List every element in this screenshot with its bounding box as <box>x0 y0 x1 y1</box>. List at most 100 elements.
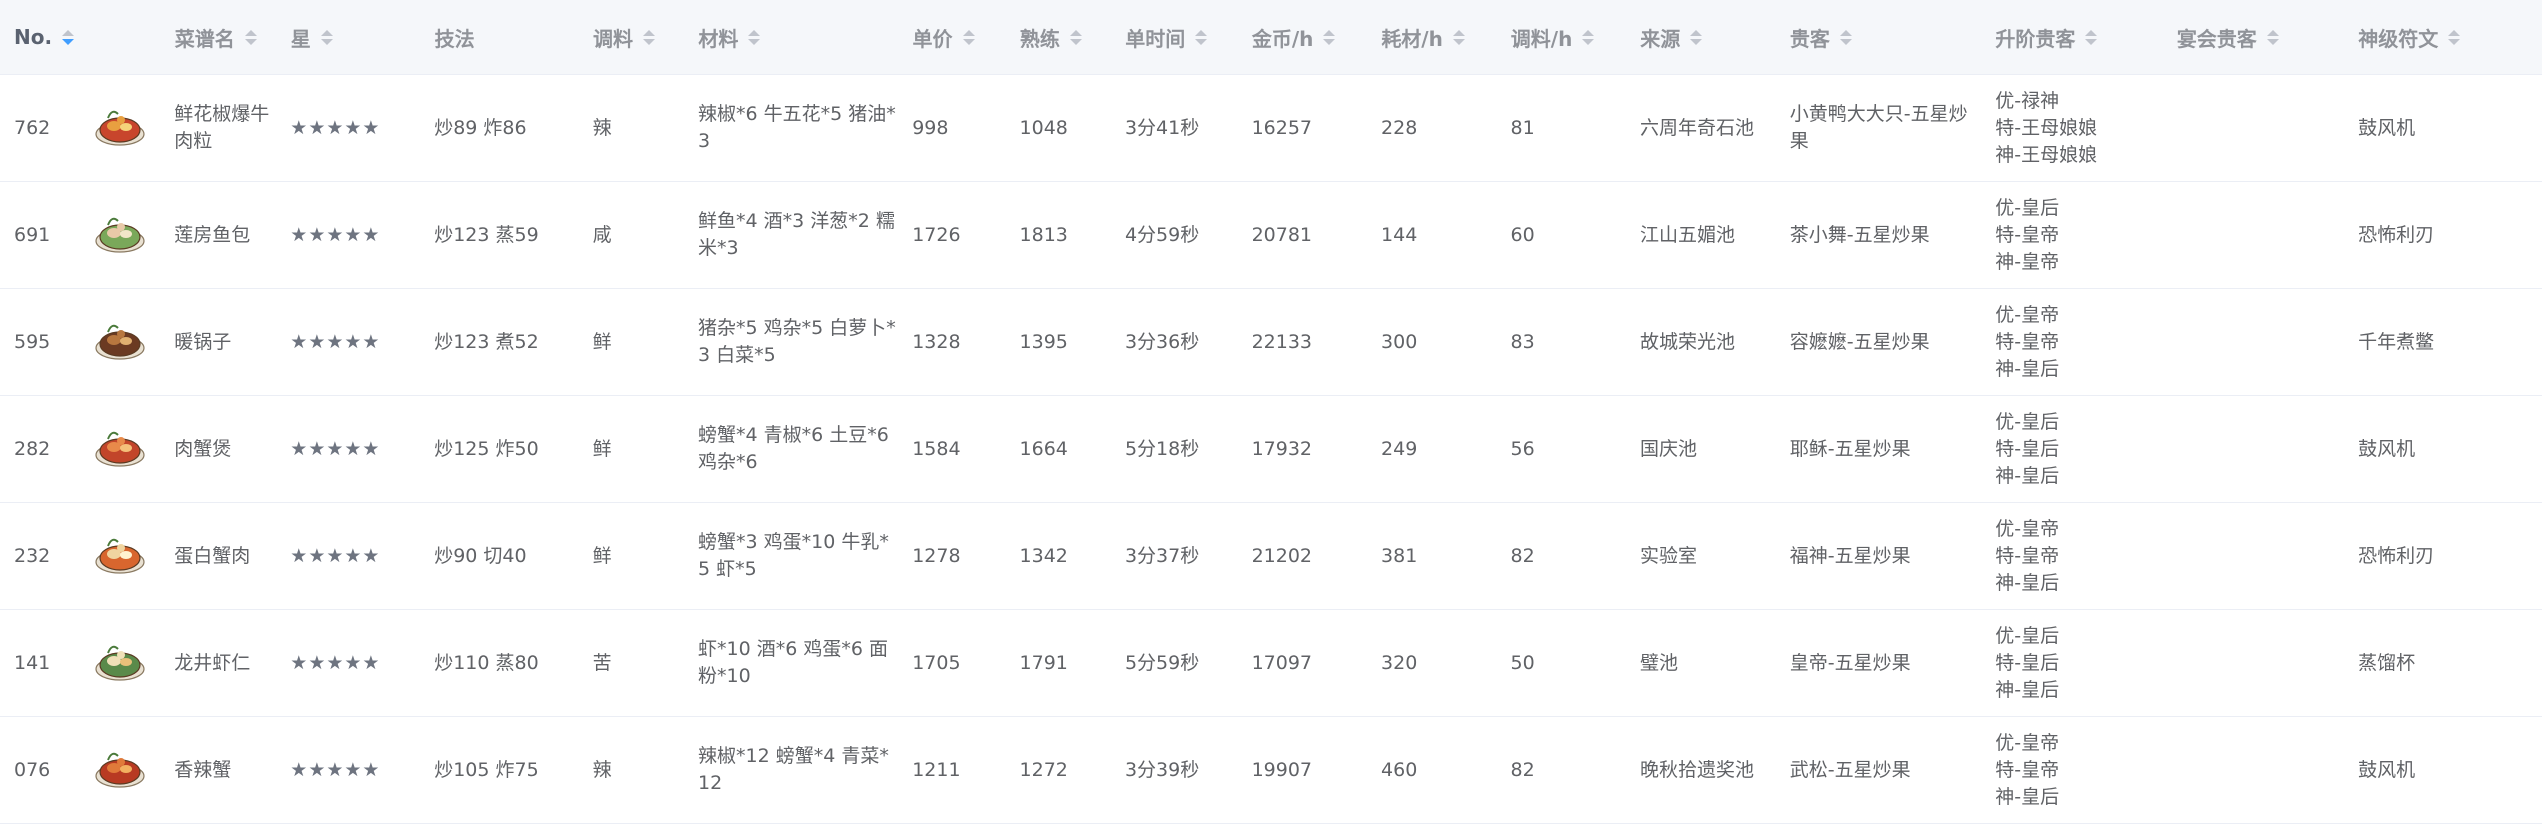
sort-caret-icon[interactable] <box>1323 29 1336 45</box>
cell-materials: 虾*10 酒*6 鸡蛋*6 面粉*10 <box>698 638 888 687</box>
column-header-materials[interactable]: 材料 <box>684 23 898 52</box>
cell-no: 282 <box>14 437 51 460</box>
column-label: 单时间 <box>1125 26 1186 51</box>
column-label: 星 <box>290 26 311 51</box>
column-label: 耗材/h <box>1381 26 1443 51</box>
cell-materials: 螃蟹*3 鸡蛋*10 牛乳*5 虾*5 <box>698 531 889 580</box>
upgrade-guest-line: 特-皇后 <box>1995 651 2060 674</box>
cell-materials: 鲜鱼*4 酒*3 洋葱*2 糯米*3 <box>698 210 895 259</box>
sort-caret-icon[interactable] <box>244 29 257 45</box>
dish-icon-7 <box>92 738 148 802</box>
column-header-upgrade[interactable]: 升阶贵客 <box>1981 23 2162 52</box>
table-row[interactable]: 595 暖锅子 ★★★★★ 炒123 煮52 鲜 猪杂*5 鸡杂*5 白萝卜*3 白菜*5… <box>0 289 2542 396</box>
cell-rune: 鼓风机 <box>2358 437 2416 460</box>
table-row[interactable]: 691 莲房鱼包 ★★★★★ 炒123 蒸59 咸 鲜鱼*4 酒*3 洋葱*2 糯米*3 1… <box>0 182 2542 289</box>
cell-seasoning: 辣 <box>592 116 612 139</box>
cell-season_h: 82 <box>1510 758 1535 781</box>
cell-star: ★★★★★ <box>290 544 381 567</box>
upgrade-guest-line: 神-皇后 <box>1995 357 2060 380</box>
cell-upgrade: 优-禄神 特-王母娘娘 神-王母娘娘 <box>1981 88 2162 169</box>
column-label: 宴会贵客 <box>2176 26 2257 51</box>
upgrade-guest-line: 神-皇帝 <box>1995 250 2060 273</box>
column-header-time[interactable]: 单时间 <box>1111 23 1238 52</box>
sort-caret-icon[interactable] <box>1582 29 1595 45</box>
sort-caret-icon[interactable] <box>2085 29 2098 45</box>
cell-time: 4分59秒 <box>1124 223 1200 246</box>
sort-caret-icon[interactable] <box>1069 29 1082 45</box>
column-header-rune[interactable]: 神级符文 <box>2344 23 2542 52</box>
cell-gold_h: 22133 <box>1251 330 1313 353</box>
column-label: 金币/h <box>1251 26 1314 51</box>
column-header-name[interactable]: 菜谱名 <box>161 23 277 52</box>
column-label: 神级符文 <box>2358 26 2439 51</box>
upgrade-guest-line: 特-皇帝 <box>1995 758 2060 781</box>
sort-caret-icon[interactable] <box>748 29 761 45</box>
table-row[interactable]: 141 龙井虾仁 ★★★★★ 炒110 蒸80 苦 虾*10 酒*6 鸡蛋*6 面粉*10… <box>0 610 2542 717</box>
sort-caret-icon[interactable] <box>1195 29 1208 45</box>
sort-caret-icon[interactable] <box>1839 29 1852 45</box>
column-header-gold_h[interactable]: 金币/h <box>1238 23 1367 52</box>
cell-name: 莲房鱼包 <box>174 223 251 246</box>
column-header-star[interactable]: 星 <box>277 23 421 52</box>
cell-source: 实验室 <box>1640 544 1698 567</box>
dish-icon-6 <box>92 631 148 695</box>
column-header-price[interactable]: 单价 <box>899 23 1006 52</box>
cell-mat_h: 381 <box>1381 544 1418 567</box>
column-label: 调料/h <box>1510 26 1573 51</box>
column-label: No. <box>14 25 53 49</box>
cell-no: 691 <box>14 223 51 246</box>
cell-source: 璧池 <box>1640 651 1679 674</box>
cell-time: 5分59秒 <box>1124 651 1200 674</box>
column-header-banquet[interactable]: 宴会贵客 <box>2163 23 2344 52</box>
table-row[interactable]: 282 肉蟹煲 ★★★★★ 炒125 炸50 鲜 螃蟹*4 青椒*6 土豆*6 鸡杂*6 1… <box>0 396 2542 503</box>
cell-guest: 小黄鸭大大只-五星炒果 <box>1789 103 1968 152</box>
table-row[interactable]: 076 香辣蟹 ★★★★★ 炒105 炸75 辣 辣椒*12 螃蟹*4 青菜*12 1211… <box>0 717 2542 824</box>
sort-caret-icon[interactable] <box>962 29 975 45</box>
sort-caret-icon[interactable] <box>62 29 75 45</box>
cell-no: 762 <box>14 116 51 139</box>
column-header-proficiency[interactable]: 熟练 <box>1006 23 1111 52</box>
cell-guest: 福神-五星炒果 <box>1789 544 1911 567</box>
cell-name: 肉蟹煲 <box>174 437 232 460</box>
upgrade-guest-line: 优-皇帝 <box>1995 517 2060 540</box>
upgrade-guest-line: 优-皇后 <box>1995 196 2060 219</box>
cell-mat_h: 144 <box>1381 223 1418 246</box>
cell-materials: 螃蟹*4 青椒*6 土豆*6 鸡杂*6 <box>698 424 889 473</box>
cell-seasoning: 咸 <box>592 223 612 246</box>
cell-source: 国庆池 <box>1640 437 1698 460</box>
column-header-season_h[interactable]: 调料/h <box>1497 23 1626 52</box>
sort-caret-icon[interactable] <box>2266 29 2279 45</box>
cell-price: 1278 <box>912 544 961 567</box>
sort-caret-icon[interactable] <box>1690 29 1703 45</box>
table-row[interactable]: 232 蛋白蟹肉 ★★★★★ 炒90 切40 鲜 螃蟹*3 鸡蛋*10 牛乳*5 虾*5 1… <box>0 503 2542 610</box>
cell-no: 595 <box>14 330 51 353</box>
column-header-mat_h[interactable]: 耗材/h <box>1367 23 1496 52</box>
column-header-seasoning[interactable]: 调料 <box>579 23 684 52</box>
column-header-no[interactable]: No. <box>0 25 79 49</box>
column-label: 升阶贵客 <box>1995 26 2076 51</box>
cell-name: 龙井虾仁 <box>174 651 251 674</box>
column-label: 贵客 <box>1789 26 1830 51</box>
column-header-guest[interactable]: 贵客 <box>1776 23 1981 52</box>
cell-seasoning: 辣 <box>592 758 612 781</box>
table-row[interactable]: 762 鲜花椒爆牛肉粒 ★★★★★ 炒89 炸86 辣 辣椒*6 牛五花*5 猪油*3 99… <box>0 75 2542 182</box>
sort-caret-icon[interactable] <box>1452 29 1465 45</box>
sort-caret-icon[interactable] <box>320 29 333 45</box>
cell-seasoning: 苦 <box>592 651 612 674</box>
cell-img <box>79 203 160 267</box>
sort-caret-icon[interactable] <box>2448 29 2461 45</box>
cell-img <box>79 738 160 802</box>
upgrade-guest-line: 神-皇后 <box>1995 785 2060 808</box>
cell-skill: 炒105 炸75 <box>434 758 539 781</box>
column-header-source[interactable]: 来源 <box>1626 23 1776 52</box>
cell-skill: 炒110 蒸80 <box>434 651 539 674</box>
upgrade-guest-line: 优-皇帝 <box>1995 731 2060 754</box>
cell-name: 鲜花椒爆牛肉粒 <box>174 103 270 152</box>
cell-mat_h: 300 <box>1381 330 1418 353</box>
sort-caret-icon[interactable] <box>642 29 655 45</box>
column-label: 熟练 <box>1019 26 1060 51</box>
cell-rune: 蒸馏杯 <box>2358 651 2416 674</box>
cell-seasoning: 鲜 <box>592 330 612 353</box>
cell-proficiency: 1272 <box>1019 758 1068 781</box>
cell-img <box>79 310 160 374</box>
